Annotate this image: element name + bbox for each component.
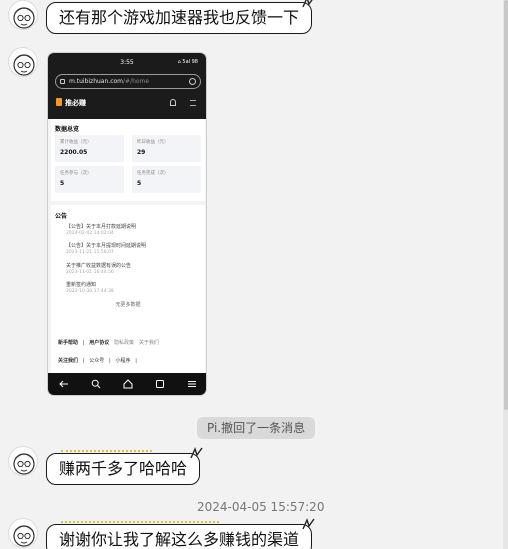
message-text: 赚两千多了哈哈哈: [59, 459, 188, 478]
overview-title: 数据总览: [55, 126, 80, 133]
overview-card: 数据总览 累计收益（元） 2200.05 昨日收益（元） 29 任务参与（次） …: [51, 119, 205, 201]
stat-card: 昨日收益（元） 29: [132, 135, 201, 162]
scrollbar-thumb[interactable]: [504, 0, 508, 410]
notice-time: 2024-02-02 14:02:04: [66, 231, 114, 236]
avatar[interactable]: [8, 0, 38, 30]
browser-nav-bar: [48, 373, 206, 395]
tabs-icon: [155, 379, 165, 389]
stat-card: 任务完成（次） 5: [132, 166, 201, 193]
home-icon: [123, 379, 133, 389]
avatar[interactable]: [8, 446, 38, 476]
footer-follow: 关注我们 | 公众号 | 小程序 |: [58, 358, 137, 364]
avatar[interactable]: [8, 518, 38, 548]
stat-value: 5: [137, 180, 142, 187]
stat-card: 任务参与（次） 5: [55, 166, 124, 193]
url-host: m.tuibizhuan.com: [69, 78, 124, 85]
avatar[interactable]: [8, 47, 38, 77]
no-more-data: 无更多数据: [115, 302, 141, 308]
stat-value: 5: [60, 180, 65, 187]
message-text: 还有那个游戏加速器我也反馈一下: [59, 8, 300, 27]
recall-notice: Pi.撤回了一条消息: [197, 417, 316, 439]
more-icon: [187, 379, 197, 389]
notice-item: 【公告】关于本月提现时间延期说明: [66, 243, 147, 249]
stat-value: 29: [137, 149, 146, 156]
notice-time: 2023-10-30 17:44:38: [66, 289, 114, 294]
stat-label: 累计收益（元）: [60, 140, 92, 145]
sparkle-icon: [187, 446, 205, 460]
back-icon: [59, 379, 69, 389]
message-timestamp: 2024-04-05 15:57:20: [197, 500, 325, 514]
message-text: 谢谢你让我了解这么多赚钱的渠道: [59, 530, 300, 549]
address-bar: m.tuibizhuan.com/#/home: [55, 74, 201, 89]
screenshot-image[interactable]: 3:55 ⌂ 5al 98 m.tuibizhuan.com/#/home 推必…: [47, 52, 207, 396]
brand-logo-icon: [56, 98, 62, 106]
bell-icon: [170, 99, 176, 106]
notice-title: 公告: [55, 213, 68, 220]
scrollbar[interactable]: [503, 0, 508, 549]
menu-icon: [190, 100, 196, 106]
decoration: [61, 521, 220, 524]
message-bubble[interactable]: 谢谢你让我了解这么多赚钱的渠道: [46, 518, 315, 549]
stat-value: 2200.05: [60, 149, 88, 156]
sparkle-icon: [299, 0, 317, 9]
footer-links: 新手帮助 | 用户协议 隐私政策 关于我们: [58, 340, 159, 346]
search-icon: [91, 379, 101, 389]
site-brand: 推必赚: [56, 98, 86, 108]
message-bubble[interactable]: 还有那个游戏加速器我也反馈一下: [46, 0, 313, 34]
notice-time: 2023-11-01 16:44:56: [66, 270, 114, 275]
notice-item: 关于推广收益数据有误的公告: [66, 263, 132, 269]
notice-item: 重新签约通知: [66, 282, 97, 288]
stat-card: 累计收益（元） 2200.05: [55, 135, 124, 162]
message-bubble[interactable]: 赚两千多了哈哈哈: [46, 447, 203, 485]
stat-label: 任务参与（次）: [60, 171, 92, 176]
stat-label: 任务完成（次）: [137, 171, 169, 176]
decoration: [61, 450, 153, 453]
stat-label: 昨日收益（元）: [137, 140, 169, 145]
notice-time: 2023-11-21 15:56:07: [66, 250, 114, 255]
lock-icon: [60, 79, 65, 84]
sparkle-icon: [299, 517, 317, 531]
browser-header: 3:55 ⌂ 5al 98 m.tuibizhuan.com/#/home 推必…: [48, 53, 206, 119]
url-path: /#/home: [123, 78, 150, 85]
reload-icon: [189, 78, 196, 85]
notice-item: 【公告】关于本月打款延期说明: [66, 224, 137, 230]
notice-card: 公告 【公告】关于本月打款延期说明 2024-02-02 14:02:04 【公…: [51, 205, 205, 375]
status-icons: ⌂ 5al 98: [177, 59, 198, 65]
page-content: 数据总览 累计收益（元） 2200.05 昨日收益（元） 29 任务参与（次） …: [48, 119, 206, 375]
